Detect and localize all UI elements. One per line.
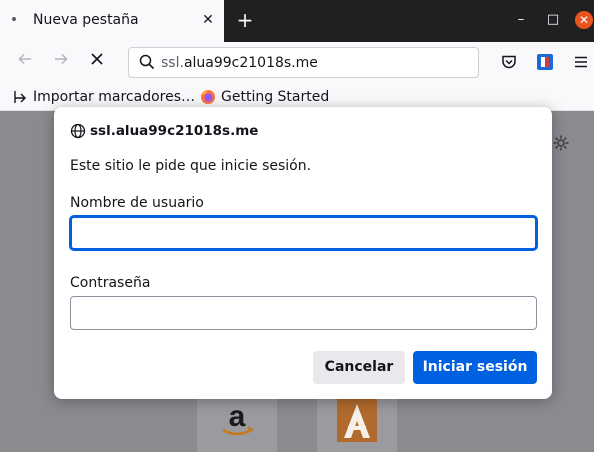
username-label: Nombre de usuario xyxy=(70,195,204,211)
bookmark-getting-started-label: Getting Started xyxy=(221,89,330,105)
gear-icon[interactable] xyxy=(552,134,570,152)
tab-loading-icon xyxy=(12,17,16,21)
forward-arrow-icon xyxy=(55,53,68,65)
minimize-button[interactable]: – xyxy=(512,11,530,29)
username-field[interactable] xyxy=(70,216,537,250)
url-text[interactable]: ssl.alua99c21018s.me xyxy=(161,55,318,71)
stop-icon xyxy=(91,53,103,65)
stop-loading-button[interactable] xyxy=(86,51,108,73)
dialog-host: ssl.alua99c21018s.me xyxy=(90,123,259,139)
sign-in-button[interactable]: Iniciar sesión xyxy=(413,351,537,384)
firefox-icon xyxy=(201,90,215,104)
password-label: Contraseña xyxy=(70,275,151,291)
search-icon xyxy=(139,54,155,70)
extension-icon[interactable] xyxy=(536,53,554,71)
close-tab-button[interactable]: ✕ xyxy=(200,11,216,29)
back-button[interactable] xyxy=(14,51,36,73)
cancel-button[interactable]: Cancelar xyxy=(313,351,405,384)
tab-strip: Nueva pestaña ✕ + – □ ✕ xyxy=(0,0,594,42)
password-field[interactable] xyxy=(70,296,537,330)
login-dialog: ssl.alua99c21018s.me Este sitio le pide … xyxy=(54,107,552,399)
back-arrow-icon xyxy=(18,53,31,65)
import-icon xyxy=(14,91,26,103)
url-domain: alua99c21018s.me xyxy=(183,55,318,71)
dialog-header: ssl.alua99c21018s.me xyxy=(70,123,258,139)
tab-new-tab[interactable]: Nueva pestaña ✕ xyxy=(0,0,224,42)
address-bar[interactable]: ssl.alua99c21018s.me xyxy=(128,47,479,78)
navigation-bar: ssl.alua99c21018s.me xyxy=(0,42,594,82)
avast-logo-icon xyxy=(337,398,377,442)
globe-icon xyxy=(70,123,86,139)
tab-title: Nueva pestaña xyxy=(33,12,139,28)
close-window-button[interactable]: ✕ xyxy=(575,11,593,29)
dialog-message: Este sitio le pide que inicie sesión. xyxy=(70,158,312,174)
top-site-avast[interactable] xyxy=(317,392,397,452)
hamburger-menu-icon[interactable] xyxy=(572,53,590,71)
bookmark-import-label: Importar marcadores… xyxy=(33,89,195,105)
bookmark-import[interactable]: Importar marcadores… xyxy=(12,87,195,107)
url-prefix: ssl. xyxy=(161,55,184,71)
amazon-logo-icon: a xyxy=(222,400,254,436)
new-tab-button[interactable]: + xyxy=(234,9,256,31)
maximize-button[interactable]: □ xyxy=(544,11,562,29)
forward-button[interactable] xyxy=(50,51,72,73)
svg-text:a: a xyxy=(229,400,246,433)
bookmark-getting-started[interactable]: Getting Started xyxy=(200,87,329,107)
top-site-amazon[interactable]: a xyxy=(197,392,277,452)
pocket-icon[interactable] xyxy=(500,53,518,71)
